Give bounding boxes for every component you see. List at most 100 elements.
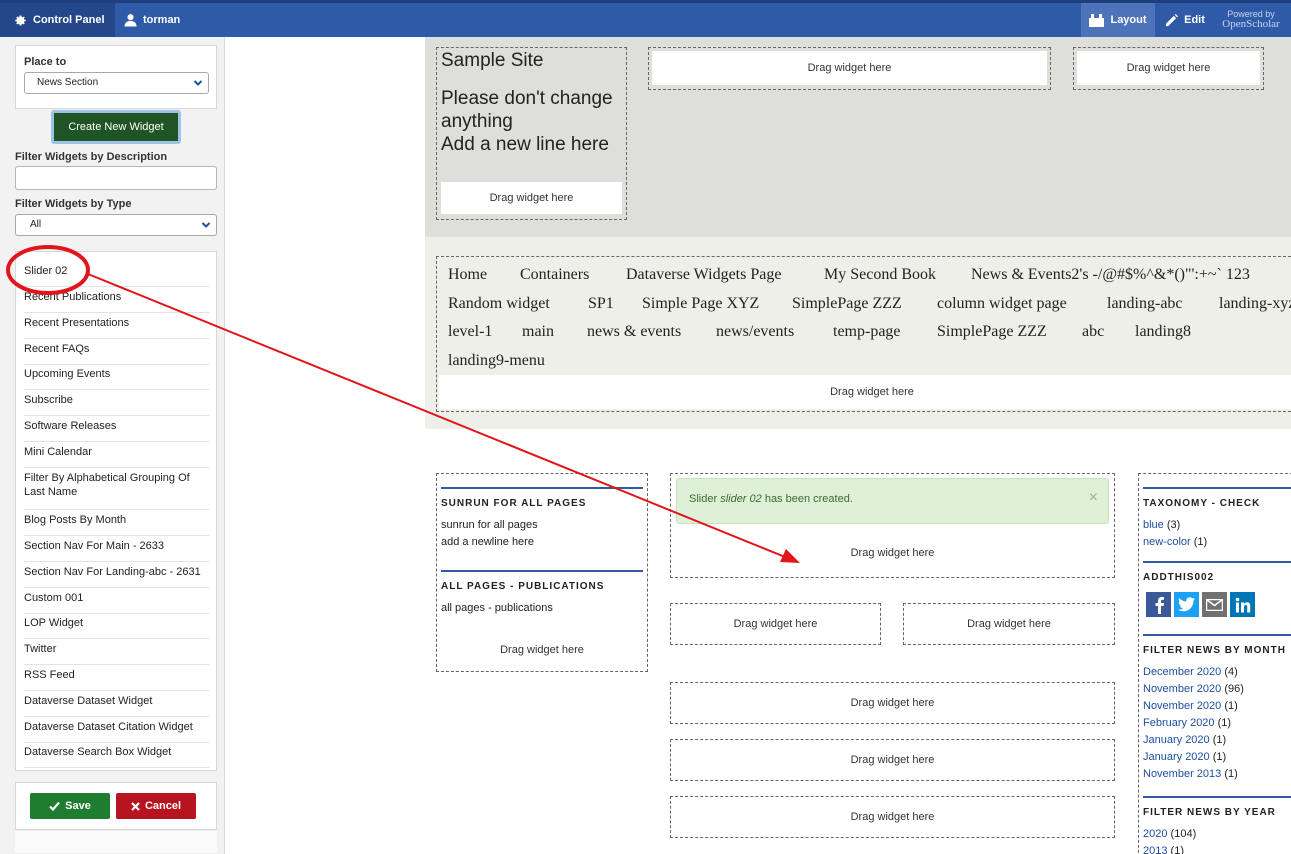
edit-button[interactable]: Edit (1159, 3, 1211, 37)
menu-item[interactable]: abc (1082, 323, 1104, 341)
close-message-icon[interactable]: × (1089, 489, 1098, 507)
news-month-link[interactable]: November 2013 (1143, 768, 1221, 780)
news-month-item[interactable]: November 2013 (1) (1143, 766, 1244, 783)
drag-widget-dropzone[interactable]: Drag widget here (676, 536, 1109, 570)
drag-widget-dropzone[interactable]: Drag widget here (439, 375, 1291, 409)
drag-widget-dropzone[interactable]: Drag widget here (652, 51, 1047, 85)
news-month-item[interactable]: November 2020 (1) (1143, 698, 1244, 715)
widget-item[interactable]: Twitter (24, 642, 209, 665)
widget-item[interactable]: Recent Presentations (24, 316, 209, 339)
menu-item[interactable]: SimplePage ZZZ (792, 295, 902, 313)
widget-item[interactable]: RSS Feed (24, 668, 209, 691)
filter-description-input[interactable] (15, 166, 217, 190)
widget-item[interactable]: Recent Publications (24, 290, 209, 313)
news-month-link[interactable]: November 2020 (1143, 683, 1221, 695)
news-year-item[interactable]: 2020 (104) (1143, 826, 1196, 843)
menu-item[interactable]: temp-page (833, 323, 901, 341)
widget-item[interactable]: Filter By Alphabetical Grouping Of Last … (24, 471, 209, 510)
close-icon (131, 801, 140, 811)
menu-item[interactable]: News & Events2's -/@#$%^&*()"':+~` 123 (971, 266, 1250, 284)
news-month-link[interactable]: November 2020 (1143, 700, 1221, 712)
widget-item[interactable]: Subscribe (24, 393, 209, 416)
linkedin-icon[interactable] (1230, 592, 1255, 617)
menu-item[interactable]: landing9-menu (448, 352, 545, 370)
widget-item[interactable]: Slider 02 (24, 264, 209, 287)
menu-item[interactable]: My Second Book (824, 266, 936, 284)
email-icon[interactable] (1202, 592, 1227, 617)
news-month-link[interactable]: February 2020 (1143, 717, 1215, 729)
news-month-link[interactable]: January 2020 (1143, 734, 1210, 746)
pencil-icon (1166, 13, 1179, 26)
news-month-item[interactable]: January 2020 (1) (1143, 732, 1244, 749)
create-new-widget-button[interactable]: Create New Widget (51, 110, 181, 144)
drag-widget-dropzone[interactable]: Drag widget here (670, 682, 1115, 724)
news-month-item[interactable]: December 2020 (4) (1143, 664, 1244, 681)
menu-item[interactable]: Random widget (448, 295, 550, 313)
menu-item[interactable]: main (522, 323, 554, 341)
news-year-link[interactable]: 2013 (1143, 845, 1167, 854)
widget-item[interactable]: Blog Posts By Month (24, 513, 209, 536)
news-month-link[interactable]: January 2020 (1143, 751, 1210, 763)
drag-widget-dropzone[interactable]: Drag widget here (670, 739, 1115, 781)
widget-item[interactable]: Section Nav For Main - 2633 (24, 539, 209, 562)
drag-widget-dropzone[interactable]: Drag widget here (441, 636, 643, 664)
news-month-count: (96) (1224, 683, 1244, 695)
menu-item[interactable]: landing-abc (1107, 295, 1183, 313)
menu-item[interactable]: landing8 (1135, 323, 1191, 341)
cancel-button[interactable]: Cancel (116, 793, 196, 819)
taxonomy-item[interactable]: new-color (1) (1143, 534, 1207, 551)
sidebar-second-region: TAXONOMY - CHECK blue (3) new-color (1) … (1138, 473, 1291, 854)
taxonomy-term[interactable]: blue (1143, 519, 1164, 531)
news-year-item[interactable]: 2013 (1) (1143, 843, 1196, 854)
taxonomy-item[interactable]: blue (3) (1143, 517, 1207, 534)
drag-widget-dropzone[interactable]: Drag widget here (441, 182, 622, 214)
drag-widget-dropzone[interactable]: Drag widget here (903, 603, 1115, 645)
place-to-label: Place to (24, 56, 67, 68)
drag-widget-dropzone[interactable]: Drag widget here (670, 796, 1115, 838)
news-month-item[interactable]: January 2020 (1) (1143, 749, 1244, 766)
menu-item[interactable]: column widget page (937, 295, 1067, 313)
save-button[interactable]: Save (30, 793, 110, 819)
widget-item[interactable]: Dataverse Dataset Citation Widget (24, 720, 209, 743)
menu-item[interactable]: SP1 (588, 295, 614, 313)
menu-item[interactable]: Containers (520, 266, 589, 284)
widget-item[interactable]: Mini Calendar (24, 445, 209, 468)
widget-item[interactable]: Dataverse Search Box Widget (24, 745, 209, 768)
menu-item[interactable]: news & events (587, 323, 681, 341)
place-to-value: News Section (37, 77, 99, 88)
widget-item[interactable]: LOP Widget (24, 616, 209, 639)
news-month-item[interactable]: November 2020 (96) (1143, 681, 1244, 698)
news-month-link[interactable]: December 2020 (1143, 666, 1221, 678)
news-month-count: (1) (1224, 700, 1238, 712)
news-month-item[interactable]: February 2020 (1) (1143, 715, 1244, 732)
news-month-count: (1) (1217, 717, 1232, 729)
twitter-icon[interactable] (1174, 592, 1199, 617)
menu-item[interactable]: Home (448, 266, 487, 284)
layout-button[interactable]: Layout (1081, 3, 1155, 37)
menu-item[interactable]: level-1 (448, 323, 492, 341)
openscholar-logo: OpenScholar (1222, 18, 1280, 30)
drag-widget-dropzone[interactable]: Drag widget here (1077, 51, 1260, 85)
menu-item[interactable]: SimplePage ZZZ (937, 323, 1047, 341)
menu-item[interactable]: Simple Page XYZ (642, 295, 759, 313)
drag-widget-dropzone[interactable]: Drag widget here (670, 603, 881, 645)
powered-by-logo[interactable]: Powered by OpenScholar (1212, 9, 1290, 30)
facebook-icon[interactable] (1146, 592, 1171, 617)
filter-type-select[interactable]: All (15, 214, 217, 236)
widget-item[interactable]: Custom 001 (24, 591, 209, 614)
place-to-select[interactable]: News Section (24, 72, 209, 94)
menu-item[interactable]: news/events (716, 323, 794, 341)
taxonomy-term[interactable]: new-color (1143, 536, 1191, 548)
block-text-line: sunrun for all pages (441, 519, 538, 531)
control-panel-button[interactable]: Control Panel (0, 3, 115, 37)
user-menu[interactable]: torman (120, 3, 180, 37)
widget-item[interactable]: Dataverse Dataset Widget (24, 694, 209, 717)
widget-item[interactable]: Upcoming Events (24, 367, 209, 390)
widget-item[interactable]: Recent FAQs (24, 342, 209, 365)
menu-item[interactable]: landing-xyz (1219, 295, 1291, 313)
news-year-link[interactable]: 2020 (1143, 828, 1167, 840)
widget-item[interactable]: Software Releases (24, 419, 209, 442)
widget-item[interactable]: Section Nav For Landing-abc - 2631 (24, 565, 209, 588)
menu-item[interactable]: Dataverse Widgets Page (626, 266, 781, 284)
block-content: sunrun for all pages add a newline here (441, 517, 538, 551)
